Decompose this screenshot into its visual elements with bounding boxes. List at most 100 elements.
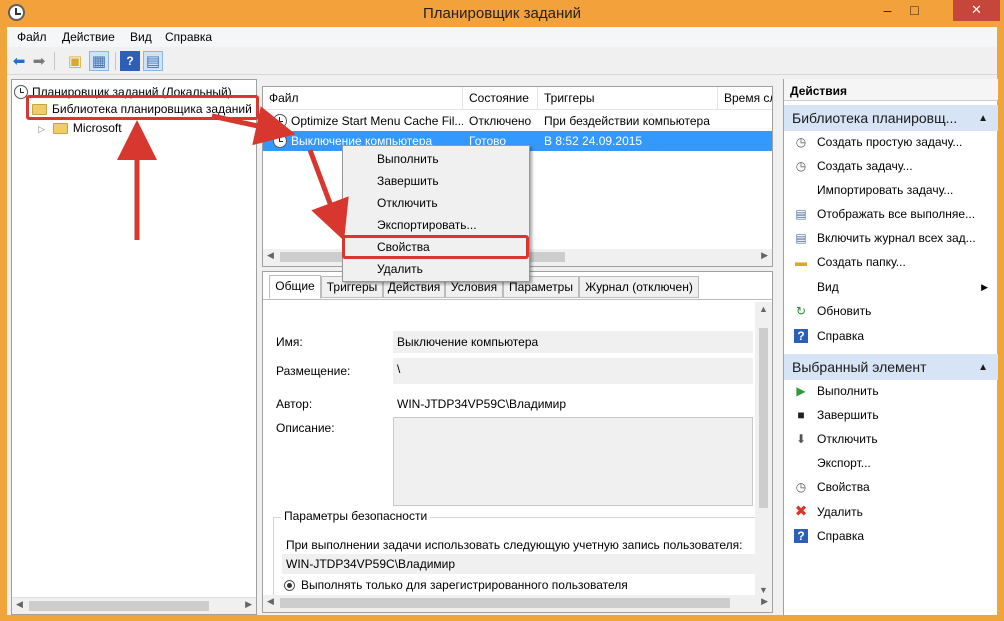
scroll-left-icon[interactable]: ◀: [267, 596, 274, 607]
action-display-running[interactable]: ▤ Отображать все выполняе...: [784, 203, 998, 225]
security-account-field: WIN-JTDP34VP59C\Владимир: [282, 554, 758, 574]
scroll-down-icon[interactable]: ▼: [759, 585, 768, 595]
down-arrow-icon: ⬇: [795, 432, 807, 446]
menu-action[interactable]: Действие: [62, 30, 115, 44]
task-trigger: В 8:52 24.09.2015: [544, 134, 643, 148]
location-field: \: [393, 358, 753, 384]
toolbar: ⬅ ➡ ▣ ▦ ? ▤: [7, 47, 997, 75]
up-folder-icon[interactable]: ▣: [65, 51, 85, 71]
actions-title: Действия: [784, 79, 998, 101]
table-row[interactable]: Optimize Start Menu Cache Fil...: [267, 111, 463, 131]
minimize-button[interactable]: –: [874, 0, 901, 21]
delete-icon: ✖: [794, 503, 808, 520]
details-vertical-scrollbar[interactable]: ▲ ▼: [755, 302, 772, 597]
back-arrow-icon[interactable]: ⬅: [9, 51, 29, 71]
action-create-task[interactable]: ◷ Создать задачу...: [784, 155, 998, 177]
context-run[interactable]: Выполнить: [377, 149, 439, 169]
actions-section-library[interactable]: Библиотека планировщ... ▲: [784, 105, 998, 131]
column-header-triggers[interactable]: Триггеры: [538, 87, 718, 110]
tab-general[interactable]: Общие: [269, 275, 321, 299]
scroll-right-icon[interactable]: ▶: [245, 599, 252, 610]
scroll-up-icon[interactable]: ▲: [759, 304, 768, 314]
show-tree-icon[interactable]: ▦: [89, 51, 109, 71]
location-label: Размещение:: [276, 364, 351, 378]
action-new-folder[interactable]: ▬ Создать папку...: [784, 251, 998, 273]
title-bar: Планировщик заданий – □ ✕: [0, 0, 1004, 27]
action-export[interactable]: Экспорт...: [784, 452, 998, 474]
folder-icon: ▬: [795, 255, 807, 269]
forward-arrow-icon[interactable]: ➡: [29, 51, 49, 71]
menu-help[interactable]: Справка: [165, 30, 212, 44]
action-pane-icon[interactable]: ▤: [143, 51, 163, 71]
clock-icon: ◷: [795, 159, 807, 173]
action-properties[interactable]: ◷ Свойства: [784, 476, 998, 498]
name-label: Имя:: [276, 335, 303, 349]
menu-file[interactable]: Файл: [17, 30, 47, 44]
scroll-thumb[interactable]: [29, 601, 209, 611]
tree-horizontal-scrollbar[interactable]: ◀ ▶: [12, 597, 256, 614]
action-enable-history[interactable]: ▤ Включить журнал всех зад...: [784, 227, 998, 249]
action-help-selected[interactable]: ? Справка: [784, 525, 998, 547]
folder-icon: [52, 123, 68, 134]
menu-bar: Файл Действие Вид Справка: [7, 27, 997, 47]
action-delete[interactable]: ✖ Удалить: [784, 501, 998, 523]
collapse-arrow-icon[interactable]: ▲: [978, 113, 988, 124]
action-run[interactable]: ▶ Выполнить: [784, 380, 998, 402]
action-help[interactable]: ? Справка: [784, 325, 998, 347]
author-field: WIN-JTDP34VP59C\Владимир: [393, 393, 753, 415]
toolbar-separator: [54, 52, 55, 70]
submenu-arrow-icon: ▶: [981, 282, 988, 292]
task-status: Отключено: [469, 114, 532, 128]
tab-strip-line: [263, 299, 772, 300]
action-refresh[interactable]: ↻ Обновить: [784, 300, 998, 322]
column-header-status[interactable]: Состояние: [463, 87, 538, 110]
context-end[interactable]: Завершить: [377, 171, 439, 191]
annotation-box-library: [26, 95, 259, 120]
scroll-right-icon[interactable]: ▶: [761, 596, 768, 607]
scroll-left-icon[interactable]: ◀: [267, 250, 274, 261]
description-label: Описание:: [276, 421, 335, 435]
radio-selected-icon[interactable]: [284, 580, 295, 591]
collapse-arrow-icon[interactable]: ▲: [978, 362, 988, 373]
clock-icon: ◷: [795, 480, 807, 494]
scroll-left-icon[interactable]: ◀: [16, 599, 23, 610]
action-create-basic-task[interactable]: ◷ Создать простую задачу...: [784, 131, 998, 153]
help-icon: ?: [794, 529, 808, 543]
task-clock-icon: [273, 134, 287, 148]
scroll-thumb[interactable]: [759, 328, 768, 508]
details-horizontal-scrollbar[interactable]: ◀ ▶: [263, 595, 772, 612]
log-icon: ▤: [795, 231, 807, 245]
action-import-task[interactable]: Импортировать задачу...: [784, 179, 998, 201]
context-disable[interactable]: Отключить: [377, 193, 438, 213]
scroll-right-icon[interactable]: ▶: [761, 250, 768, 261]
name-field[interactable]: Выключение компьютера: [393, 331, 753, 353]
annotation-box-properties: [342, 235, 529, 259]
tab-history[interactable]: Журнал (отключен): [579, 276, 699, 298]
action-end[interactable]: ■ Завершить: [784, 404, 998, 426]
task-clock-icon: [273, 114, 287, 128]
actions-pane: Действия Библиотека планировщ... ▲ ◷ Созда…: [783, 79, 998, 615]
description-field[interactable]: [393, 417, 753, 506]
play-icon: ▶: [796, 384, 806, 398]
close-button[interactable]: ✕: [953, 0, 1000, 21]
maximize-button[interactable]: □: [901, 0, 928, 21]
toolbar-separator: [115, 52, 116, 70]
help-icon: ?: [794, 329, 808, 343]
context-menu: Выполнить Завершить Отключить Экспортиро…: [342, 145, 530, 282]
security-text: При выполнении задачи использовать следу…: [286, 538, 743, 552]
actions-section-selected[interactable]: Выбранный элемент ▲: [784, 354, 998, 380]
expand-arrow-icon[interactable]: ▷: [38, 124, 45, 134]
tree-item-microsoft[interactable]: ▷ Microsoft: [38, 119, 122, 137]
context-export[interactable]: Экспортировать...: [377, 215, 477, 235]
column-header-next-run[interactable]: Время сл: [718, 87, 772, 110]
menu-view[interactable]: Вид: [130, 30, 152, 44]
window-title: Планировщик заданий: [423, 5, 581, 22]
help-icon[interactable]: ?: [120, 51, 140, 71]
run-only-logged-on-option[interactable]: Выполнять только для зарегистрированного…: [284, 578, 628, 592]
scroll-thumb[interactable]: [280, 598, 730, 608]
action-disable[interactable]: ⬇ Отключить: [784, 428, 998, 450]
action-view[interactable]: Вид ▶: [784, 276, 998, 298]
context-delete[interactable]: Удалить: [377, 259, 423, 279]
column-header-name[interactable]: Файл: [263, 87, 463, 110]
list-icon: ▤: [795, 207, 807, 221]
